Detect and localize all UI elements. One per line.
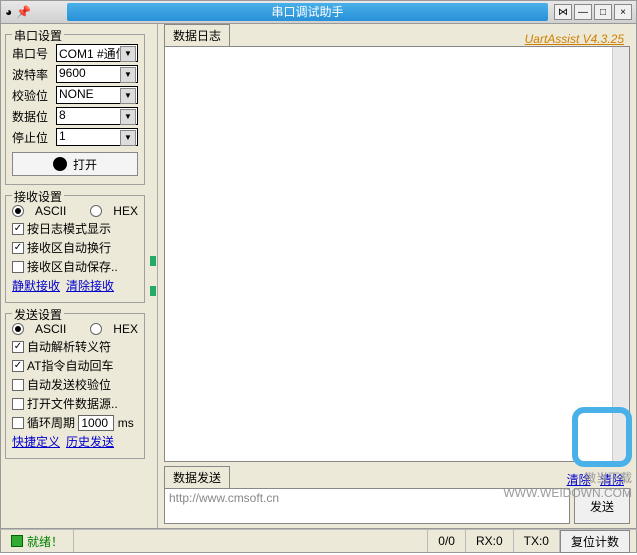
version-link[interactable]: UartAssist V4.3.25	[525, 32, 630, 46]
recv-hex-radio[interactable]	[90, 205, 102, 217]
at-cr-check[interactable]: AT指令自动回车	[12, 357, 138, 374]
close-button[interactable]: ×	[614, 4, 632, 20]
app-icon: ◕	[5, 5, 12, 19]
log-textarea[interactable]	[164, 46, 630, 462]
port-select[interactable]: COM1 #通信	[56, 44, 138, 62]
parity-select[interactable]: NONE	[56, 86, 138, 104]
group-title: 发送设置	[12, 306, 64, 323]
group-title: 接收设置	[12, 188, 64, 205]
tab-data-log[interactable]: 数据日志	[164, 24, 230, 46]
splitter[interactable]	[149, 24, 157, 528]
data-select[interactable]: 8	[56, 107, 138, 125]
sidebar: 串口设置 串口号COM1 #通信 波特率9600 校验位NONE 数据位8 停止…	[1, 24, 149, 528]
reset-counter-button[interactable]: 复位计数	[560, 530, 630, 553]
recv-autosave-check[interactable]: 接收区自动保存..	[12, 258, 138, 275]
baud-select[interactable]: 9600	[56, 65, 138, 83]
cycle-check[interactable]: 循环周期 ms	[12, 414, 138, 431]
recv-settings-group: 接收设置 ASCII HEX 按日志模式显示 接收区自动换行 接收区自动保存..…	[5, 195, 145, 303]
recv-logmode-check[interactable]: 按日志模式显示	[12, 220, 138, 237]
recv-autowrap-check[interactable]: 接收区自动换行	[12, 239, 138, 256]
cycle-input[interactable]	[78, 415, 114, 431]
auto-checksum-check[interactable]: 自动发送校验位	[12, 376, 138, 393]
group-title: 串口设置	[12, 27, 64, 44]
serial-settings-group: 串口设置 串口号COM1 #通信 波特率9600 校验位NONE 数据位8 停止…	[5, 34, 145, 185]
recv-ascii-radio[interactable]	[12, 205, 24, 217]
watermark-logo-icon	[572, 407, 632, 467]
open-port-button[interactable]: 打开	[12, 152, 138, 176]
stop-label: 停止位	[12, 129, 52, 146]
status-rx: RX:0	[466, 530, 514, 552]
minimize-button[interactable]: —	[574, 4, 592, 20]
status-icon	[11, 535, 23, 547]
send-settings-group: 发送设置 ASCII HEX 自动解析转义符 AT指令自动回车 自动发送校验位 …	[5, 313, 145, 459]
status-ready: 就绪！	[27, 533, 63, 550]
status-tx: TX:0	[514, 530, 560, 552]
pin-icon[interactable]: 📌	[16, 5, 31, 19]
watermark: 微当下载 WWW.WEIDOWN.COM	[503, 407, 632, 500]
parity-label: 校验位	[12, 87, 52, 104]
data-label: 数据位	[12, 108, 52, 125]
status-counter: 0/0	[428, 530, 466, 552]
send-hex-radio[interactable]	[90, 323, 102, 335]
content-area: 数据日志 UartAssist V4.3.25 数据发送 清除 清除 http:…	[157, 24, 636, 528]
send-ascii-radio[interactable]	[12, 323, 24, 335]
chevron-left-icon	[150, 256, 156, 266]
baud-label: 波特率	[12, 66, 52, 83]
tab-data-send[interactable]: 数据发送	[164, 466, 230, 488]
help-icon[interactable]: ⋈	[554, 4, 572, 20]
escape-check[interactable]: 自动解析转义符	[12, 338, 138, 355]
maximize-button[interactable]: □	[594, 4, 612, 20]
stop-select[interactable]: 1	[56, 128, 138, 146]
status-dot-icon	[53, 157, 67, 171]
silent-recv-link[interactable]: 静默接收	[12, 279, 60, 293]
window-title: 串口调试助手	[67, 3, 548, 21]
history-link[interactable]: 历史发送	[66, 435, 114, 449]
open-file-check[interactable]: 打开文件数据源..	[12, 395, 138, 412]
statusbar: 就绪！ 0/0 RX:0 TX:0 复位计数	[0, 529, 637, 553]
clear-recv-link[interactable]: 清除接收	[66, 279, 114, 293]
port-label: 串口号	[12, 45, 52, 62]
chevron-left-icon	[150, 286, 156, 296]
shortcut-link[interactable]: 快捷定义	[12, 435, 60, 449]
titlebar: ◕ 📌 串口调试助手 ⋈ — □ ×	[0, 0, 637, 24]
